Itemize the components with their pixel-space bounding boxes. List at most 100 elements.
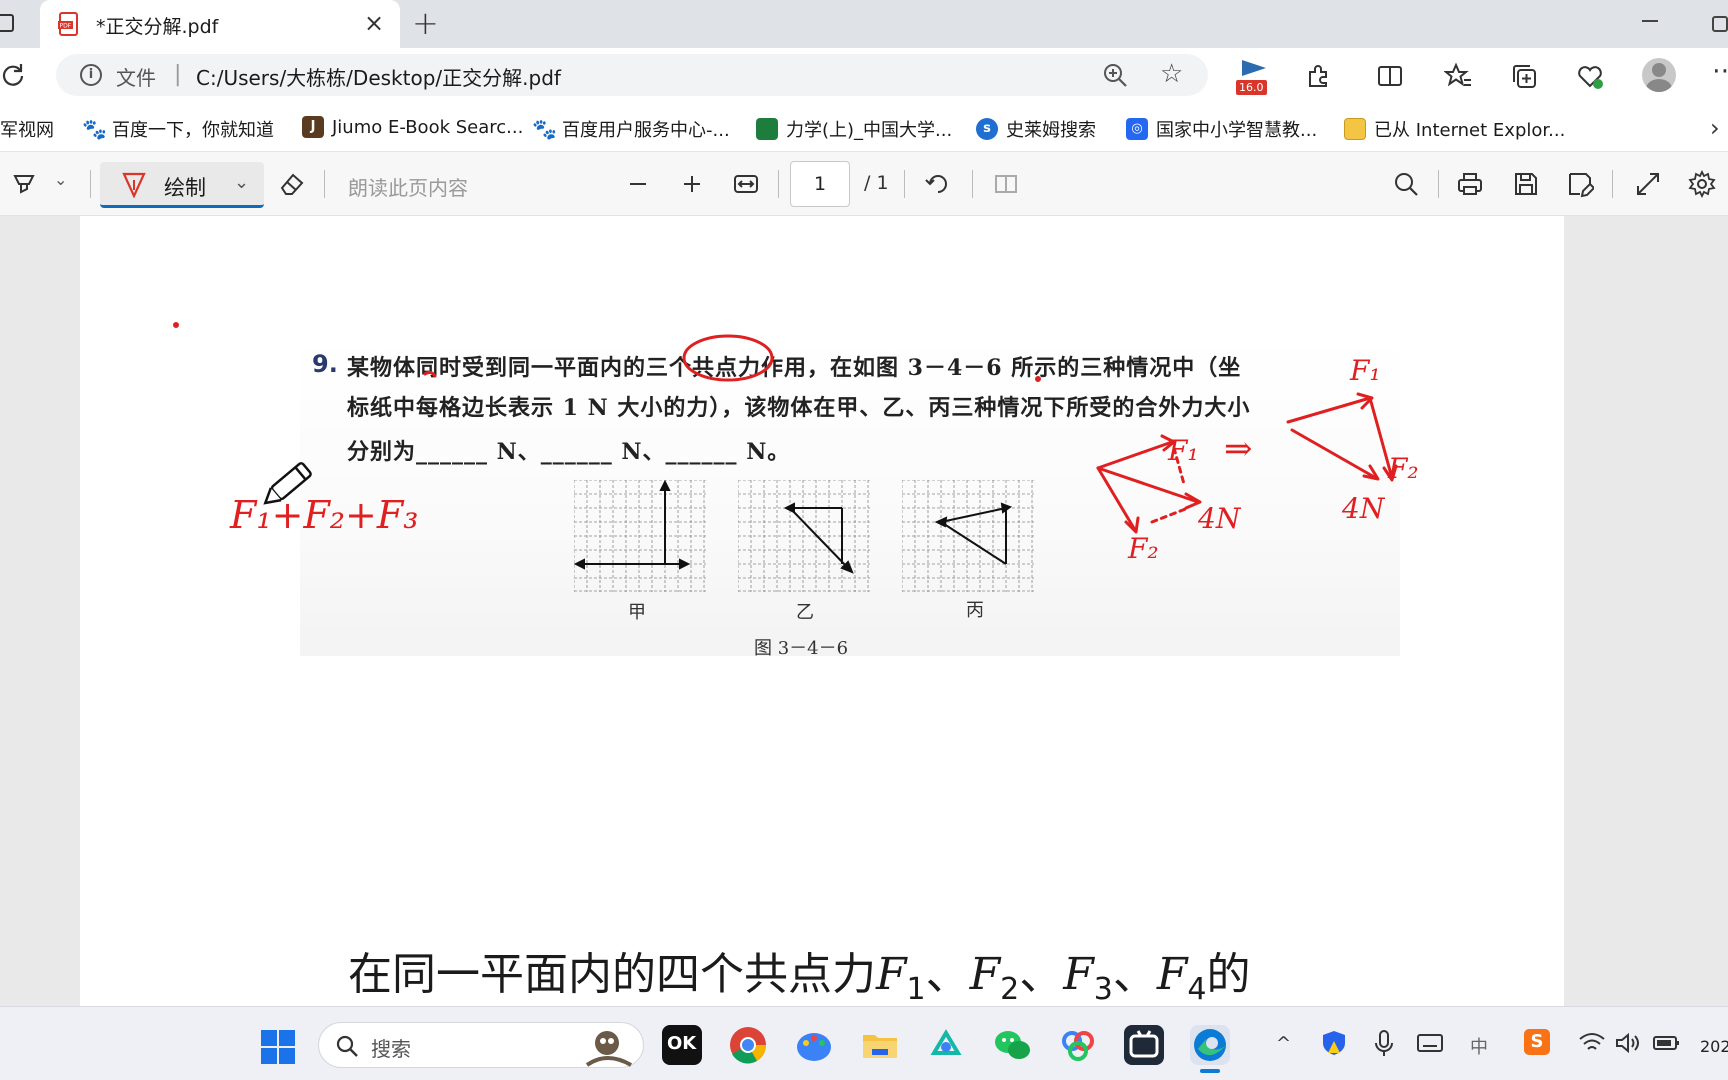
zoom-icon[interactable] <box>1102 62 1128 88</box>
baidu-netdisk-icon[interactable] <box>1058 1025 1098 1065</box>
handwriting-layer[interactable]: F₁+F₂+F₃ F₁ F₂ 4N F₁ F₂ 4N ⇒ <box>80 216 1564 1006</box>
bookmark-item[interactable]: 力学(上)_中国大学... <box>756 116 952 142</box>
chrome-icon[interactable] <box>728 1025 768 1065</box>
microphone-icon[interactable] <box>1372 1029 1396 1057</box>
folder-icon <box>1344 118 1366 140</box>
close-tab-icon[interactable]: × <box>364 9 384 37</box>
edu-icon: ◎ <box>1126 118 1148 140</box>
search-icon[interactable] <box>1392 170 1420 198</box>
toolbar-divider <box>1438 170 1439 198</box>
new-tab-icon[interactable]: + <box>412 4 439 42</box>
toolbar-divider <box>778 170 779 198</box>
pdf-page[interactable]: 9. 某物体同时受到同一平面内的三个共点力作用，在如图 3－4－6 所示的三种情… <box>80 216 1564 1006</box>
page-view-icon[interactable] <box>992 170 1020 198</box>
volume-icon[interactable] <box>1614 1031 1640 1055</box>
bookmark-item[interactable]: ◎ 国家中小学智慧教... <box>1126 116 1317 142</box>
eraser-icon[interactable] <box>278 170 306 198</box>
page-number-input[interactable]: 1 <box>790 161 850 207</box>
tab-active[interactable]: PDF *正交分解.pdf × <box>40 0 400 48</box>
bookmark-label: 已从 Internet Explor... <box>1374 120 1566 141</box>
favorite-star-icon[interactable]: ☆ <box>1160 59 1183 89</box>
next-question-text: 在同一平面内的四个共点力F1、F2、F3、F4的 <box>348 949 1251 1006</box>
site-info-icon[interactable]: i <box>80 64 102 86</box>
highlight-dropdown-icon[interactable]: ⌄ <box>54 170 82 198</box>
bookmark-label: 军视网 <box>0 120 54 141</box>
paint-icon[interactable] <box>794 1025 834 1065</box>
battery-icon[interactable] <box>1652 1031 1682 1055</box>
handwritten-label: F₂ <box>1127 532 1159 565</box>
minimize-icon[interactable] <box>1642 20 1658 22</box>
read-aloud-button[interactable]: 朗读此页内容 <box>348 172 468 201</box>
toolbar-divider <box>972 170 973 198</box>
windows-start-icon[interactable] <box>260 1029 296 1065</box>
handwritten-label: F₁ <box>1349 354 1381 387</box>
window-menu-icon[interactable] <box>0 14 14 32</box>
file-explorer-icon[interactable] <box>860 1025 900 1065</box>
taskbar: 搜索 OK ^ 中 S 202 <box>0 1006 1728 1080</box>
highlight-icon[interactable] <box>10 170 38 198</box>
bookmark-item[interactable]: J Jiumo E-Book Searc... <box>302 116 523 138</box>
url-text[interactable]: C:/Users/大栋栋/Desktop/正交分解.pdf <box>196 62 561 91</box>
bookmark-item[interactable]: 已从 Internet Explor... <box>1344 116 1565 142</box>
profile-avatar[interactable] <box>1642 58 1676 92</box>
pdf-toolbar: ⌄ 绘制 ⌄ 朗读此页内容 1 / 1 <box>0 152 1728 216</box>
browser-essentials-icon[interactable] <box>1576 62 1604 90</box>
clock-text[interactable]: 202 <box>1700 1037 1728 1056</box>
draw-dropdown-icon[interactable]: ⌄ <box>234 172 249 193</box>
address-bar[interactable]: i 文件 | C:/Users/大栋栋/Desktop/正交分解.pdf ☆ <box>56 54 1208 96</box>
more-menu-icon[interactable]: ⋯ <box>1712 56 1728 86</box>
defender-shield-icon[interactable] <box>1320 1029 1348 1057</box>
print-icon[interactable] <box>1456 170 1484 198</box>
extension-badge-count: 16.0 <box>1236 80 1267 95</box>
ime-indicator[interactable]: 中 <box>1470 1033 1488 1059</box>
show-hidden-icons[interactable]: ^ <box>1276 1033 1291 1054</box>
save-icon[interactable] <box>1512 170 1540 198</box>
wifi-icon[interactable] <box>1578 1031 1606 1055</box>
bookmark-label: Jiumo E-Book Searc... <box>332 116 524 138</box>
sogou-s-icon[interactable]: S <box>1524 1029 1550 1055</box>
bilibili-icon[interactable] <box>1124 1025 1164 1065</box>
fit-to-width-icon[interactable] <box>732 170 760 198</box>
extension-badge[interactable]: 16.0 <box>1236 56 1272 95</box>
bookmark-label: 百度一下，你就知道 <box>112 120 274 141</box>
collections-icon[interactable] <box>1510 62 1538 90</box>
toolbar-divider <box>90 170 91 198</box>
copilot-icon[interactable] <box>926 1025 966 1065</box>
split-screen-icon[interactable] <box>1376 62 1404 90</box>
app-ok-icon[interactable]: OK <box>662 1025 702 1065</box>
bookmark-item[interactable]: 🐾 百度一下，你就知道 <box>82 116 274 142</box>
document-viewport[interactable]: 9. 某物体同时受到同一平面内的三个共点力作用，在如图 3－4－6 所示的三种情… <box>0 216 1728 1006</box>
mooc-icon <box>756 118 778 140</box>
address-separator: | <box>174 62 182 87</box>
taskbar-search[interactable]: 搜索 <box>318 1022 644 1068</box>
svg-text:PDF: PDF <box>60 23 72 30</box>
navigation-bar: i 文件 | C:/Users/大栋栋/Desktop/正交分解.pdf ☆ 1… <box>0 48 1728 104</box>
fullscreen-icon[interactable] <box>1634 170 1662 198</box>
bookmark-label: 百度用户服务中心-... <box>562 120 730 141</box>
keyboard-icon[interactable] <box>1416 1031 1444 1055</box>
edge-icon[interactable] <box>1190 1025 1230 1073</box>
tick-annotation <box>423 370 437 378</box>
toolbar-divider <box>904 170 905 198</box>
rotate-icon[interactable] <box>924 170 952 198</box>
refresh-icon[interactable] <box>0 62 26 88</box>
wechat-icon[interactable] <box>992 1025 1032 1065</box>
handwritten-label: 4N <box>1341 492 1386 525</box>
save-as-icon[interactable] <box>1566 170 1594 198</box>
chevron-right-icon[interactable]: › <box>1710 114 1720 142</box>
bookmark-item[interactable]: 🐾 百度用户服务中心-... <box>532 116 730 142</box>
bookmark-item[interactable]: s 史莱姆搜索 <box>976 116 1096 142</box>
extensions-puzzle-icon[interactable] <box>1304 62 1332 90</box>
bookmark-item[interactable]: 军视网 <box>0 116 54 142</box>
baidu-paw-icon: 🐾 <box>532 117 557 141</box>
favorites-icon[interactable] <box>1444 62 1472 90</box>
draw-button[interactable]: 绘制 ⌄ <box>100 162 264 208</box>
zoom-in-icon[interactable] <box>678 170 706 198</box>
handwritten-label: 4N <box>1197 502 1242 535</box>
maximize-icon[interactable] <box>1712 16 1728 32</box>
zoom-out-icon[interactable] <box>624 170 652 198</box>
search-label: 搜索 <box>371 1037 411 1061</box>
implies-arrow: ⇒ <box>1224 429 1253 469</box>
settings-gear-icon[interactable] <box>1688 170 1716 198</box>
next-question-prefix: 在同一平面内的四个共点力 <box>348 949 876 1000</box>
